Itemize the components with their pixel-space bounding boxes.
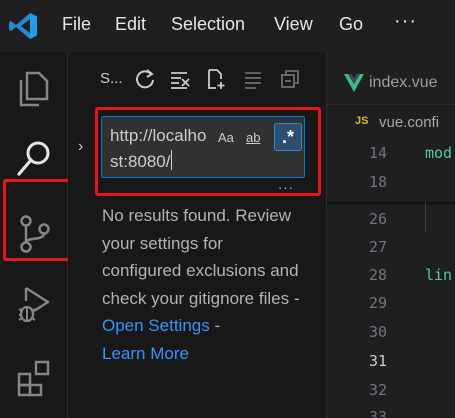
refresh-icon[interactable] [134, 68, 156, 90]
new-search-editor-icon[interactable] [205, 68, 227, 90]
clear-results-icon[interactable] [169, 68, 191, 90]
breadcrumb-file[interactable]: vue.confi [379, 114, 439, 131]
search-sidebar: S... › http://localhost:8080/ Aa ab .* ·… [68, 52, 326, 418]
line-number: 32 [368, 381, 387, 399]
files-explorer-icon [19, 71, 49, 107]
vscode-logo-icon [9, 13, 37, 39]
no-results-message: No results found. Review your settings f… [102, 206, 300, 363]
menu-view[interactable]: View [274, 14, 313, 35]
tab-label: index.vue [369, 74, 438, 91]
source-control-button[interactable] [12, 212, 56, 256]
run-debug-button[interactable] [12, 282, 56, 326]
vue-icon [344, 74, 364, 92]
line-number: 14 [368, 144, 387, 162]
source-control-icon [20, 215, 50, 253]
toggle-replace-chevron-icon[interactable]: › [78, 138, 83, 156]
extensions-icon [17, 360, 50, 397]
line-number: 26 [368, 210, 387, 228]
menu-go[interactable]: Go [339, 14, 363, 35]
open-settings-link[interactable]: Open Settings [102, 316, 210, 335]
tab-index-vue[interactable]: index.vue [327, 58, 455, 98]
line-number: 28 [368, 266, 387, 284]
view-as-tree-icon[interactable] [242, 68, 264, 90]
line-number-active: 31 [368, 352, 387, 370]
line-number: 29 [368, 294, 387, 312]
more-menu-button[interactable]: ··· [394, 10, 417, 33]
sidebar-title: S... [100, 70, 123, 87]
code-line[interactable]: mod [425, 144, 452, 162]
js-file-icon: JS [355, 115, 369, 127]
collapse-all-icon[interactable] [279, 68, 301, 90]
menu-file[interactable]: File [62, 14, 91, 35]
explorer-button[interactable] [12, 66, 56, 110]
title-bar: File Edit Selection View Go ··· [0, 0, 455, 52]
search-view-button[interactable] [12, 136, 56, 180]
menu-selection[interactable]: Selection [171, 14, 245, 35]
search-icon [17, 141, 50, 176]
line-number: 27 [368, 238, 387, 256]
activity-bar [0, 52, 75, 418]
learn-more-link[interactable]: Learn More [102, 344, 189, 363]
line-number: 33 [368, 408, 387, 418]
indent-guide [425, 202, 426, 232]
code-line[interactable]: lin [425, 266, 452, 284]
line-number: 30 [368, 323, 387, 341]
run-debug-icon [18, 286, 50, 323]
line-number: 18 [368, 173, 387, 191]
extensions-button[interactable] [12, 356, 56, 400]
editor-area: index.vue JS vue.confi 14 mod 18 26 27 2… [326, 52, 455, 418]
toggle-search-details-button[interactable]: ··· [278, 180, 294, 195]
sticky-scroll-shadow [327, 202, 455, 206]
menu-edit[interactable]: Edit [115, 14, 146, 35]
